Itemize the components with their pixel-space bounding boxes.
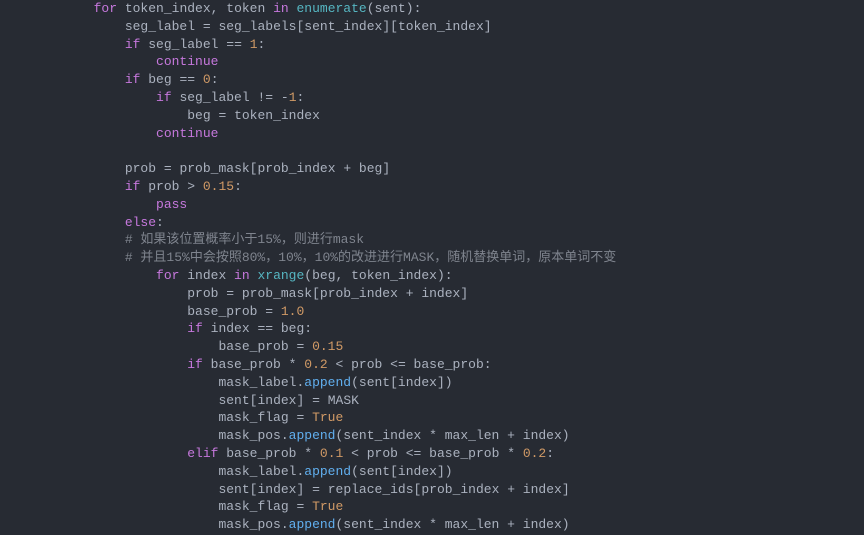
code-line[interactable]: mask_pos.append(sent_index * max_len + i…	[0, 427, 864, 445]
code-line[interactable]: base_prob = 1.0	[0, 303, 864, 321]
code-line[interactable]: # 如果该位置概率小于15%，则进行mask	[0, 231, 864, 249]
code-line[interactable]: mask_label.append(sent[index])	[0, 374, 864, 392]
code-line[interactable]: # 并且15%中会按照80%，10%，10%的改进进行MASK，随机替换单词，原…	[0, 249, 864, 267]
code-line[interactable]: base_prob = 0.15	[0, 338, 864, 356]
code-line[interactable]: if index == beg:	[0, 320, 864, 338]
code-line[interactable]: sent[index] = replace_ids[prob_index + i…	[0, 481, 864, 499]
code-line[interactable]: beg = token_index	[0, 107, 864, 125]
code-line[interactable]: elif base_prob * 0.1 < prob <= base_prob…	[0, 445, 864, 463]
code-line[interactable]: mask_pos.append(sent_index * max_len + i…	[0, 516, 864, 534]
code-line[interactable]: for index in xrange(beg, token_index):	[0, 267, 864, 285]
code-line[interactable]: continue	[0, 125, 864, 143]
code-line[interactable]	[0, 142, 864, 160]
code-line[interactable]: mask_flag = True	[0, 409, 864, 427]
code-line[interactable]: sent[index] = MASK	[0, 392, 864, 410]
code-line[interactable]: prob = prob_mask[prob_index + index]	[0, 285, 864, 303]
code-line[interactable]: prob = prob_mask[prob_index + beg]	[0, 160, 864, 178]
code-editor[interactable]: for token_index, token in enumerate(sent…	[0, 0, 864, 534]
code-line[interactable]: if prob > 0.15:	[0, 178, 864, 196]
code-line[interactable]: mask_label.append(sent[index])	[0, 463, 864, 481]
code-line[interactable]: mask_flag = True	[0, 498, 864, 516]
code-line[interactable]: pass	[0, 196, 864, 214]
code-line[interactable]: if beg == 0:	[0, 71, 864, 89]
code-line[interactable]: else:	[0, 214, 864, 232]
code-line[interactable]: if seg_label != -1:	[0, 89, 864, 107]
code-line[interactable]: if base_prob * 0.2 < prob <= base_prob:	[0, 356, 864, 374]
code-line[interactable]: seg_label = seg_labels[sent_index][token…	[0, 18, 864, 36]
code-line[interactable]: for token_index, token in enumerate(sent…	[0, 0, 864, 18]
code-line[interactable]: continue	[0, 53, 864, 71]
code-line[interactable]: if seg_label == 1:	[0, 36, 864, 54]
